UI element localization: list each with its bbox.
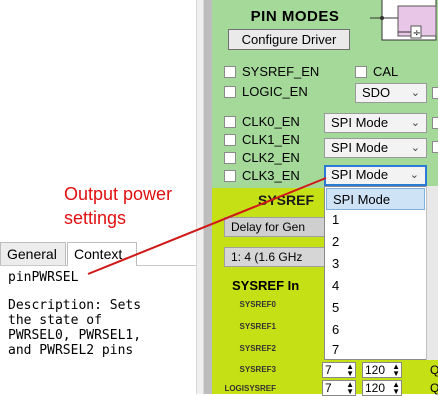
annotation-arrow: [87, 177, 327, 275]
